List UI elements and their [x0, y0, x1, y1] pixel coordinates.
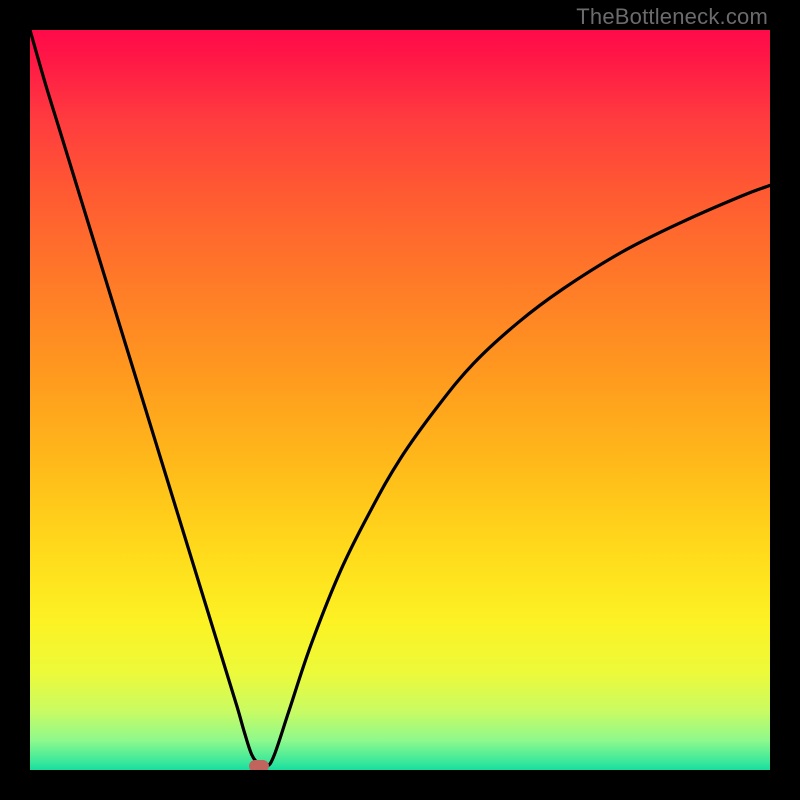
bottleneck-curve: [30, 30, 770, 770]
optimal-point-marker: [249, 760, 269, 770]
watermark-text: TheBottleneck.com: [576, 4, 768, 30]
chart-frame: TheBottleneck.com: [0, 0, 800, 800]
plot-area: [30, 30, 770, 770]
